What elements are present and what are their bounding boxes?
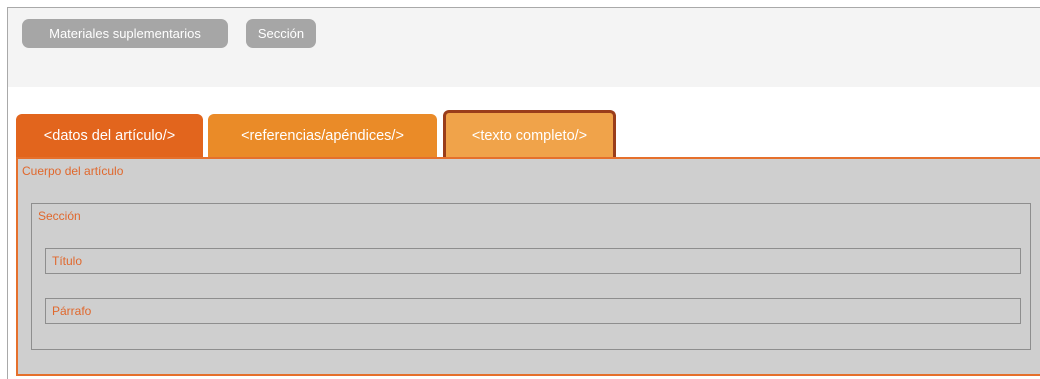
section-block: Sección Título Párrafo (31, 203, 1031, 350)
tab-full-text[interactable]: <texto completo/> (443, 110, 616, 158)
paragraph-field[interactable]: Párrafo (45, 298, 1021, 324)
tab-references-appendices[interactable]: <referencias/apéndices/> (208, 114, 437, 158)
article-body-panel: Cuerpo del artículo Sección Título Párra… (16, 157, 1040, 376)
title-field[interactable]: Título (45, 248, 1021, 274)
section-button[interactable]: Sección (246, 19, 316, 48)
section-label: Sección (38, 209, 81, 223)
supplementary-materials-button[interactable]: Materiales suplementarios (22, 19, 228, 48)
article-body-label: Cuerpo del artículo (22, 164, 124, 178)
tab-article-data[interactable]: <datos del artículo/> (16, 114, 203, 158)
